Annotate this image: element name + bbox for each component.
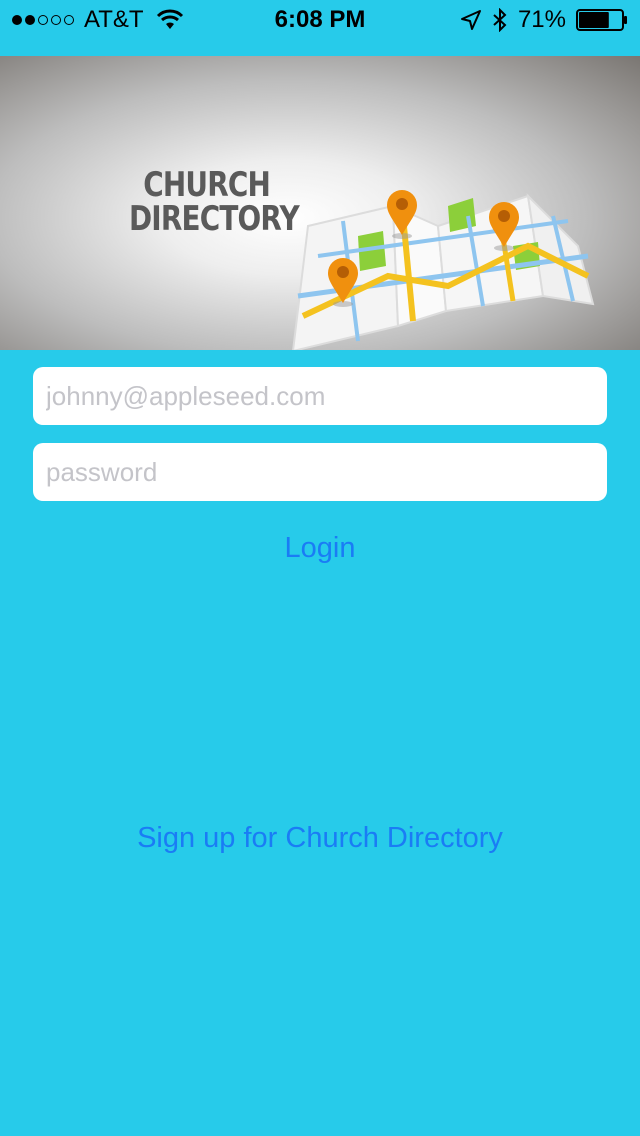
location-arrow-icon [460,10,481,30]
password-field[interactable] [33,443,607,501]
status-right: 71% [460,6,628,34]
map-illustration [292,190,595,350]
bluetooth-icon [493,8,507,32]
church-directory-banner: CHURCH DIRECTORY [0,56,640,350]
signup-button[interactable]: Sign up for Church Directory [0,822,640,855]
battery-percentage: 71% [517,6,566,33]
login-button[interactable]: Login [0,532,640,565]
status-bar: AT&T 6:08 PM 71% [0,0,640,40]
banner-logo-text: CHURCH DIRECTORY [128,165,300,239]
battery-icon [576,9,627,31]
email-field[interactable] [33,367,607,425]
